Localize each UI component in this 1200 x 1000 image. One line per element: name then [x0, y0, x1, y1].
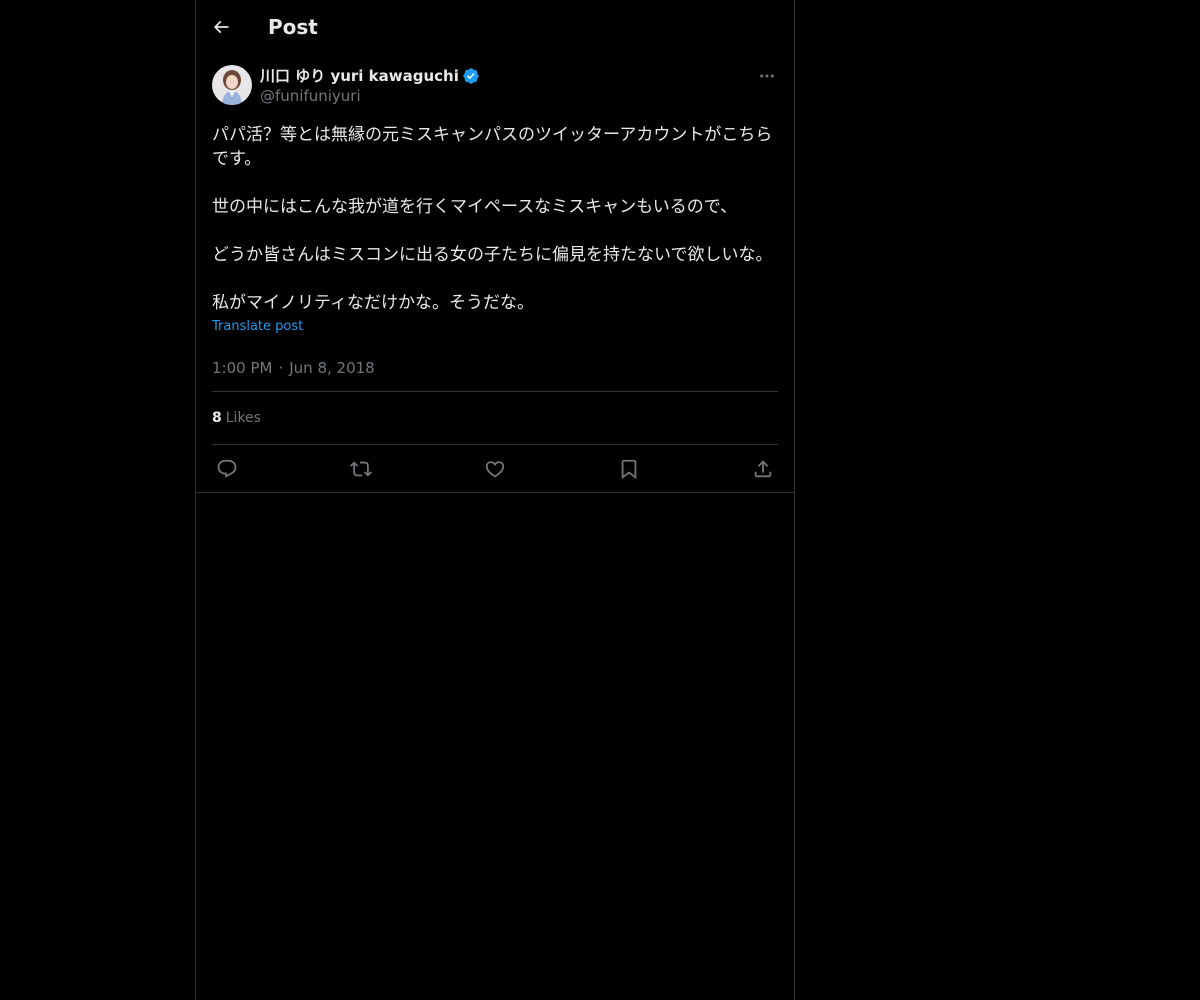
verified-badge-icon[interactable]	[462, 67, 480, 85]
likes-count[interactable]: 8	[212, 410, 222, 426]
reply-button[interactable]	[216, 458, 238, 480]
author-handle[interactable]: @funifuniyuri	[260, 86, 756, 106]
bookmark-button[interactable]	[618, 458, 640, 480]
header-bar: Post	[196, 0, 794, 53]
like-button[interactable]	[484, 458, 506, 480]
post-stats: 8 Likes	[212, 392, 778, 445]
primary-column: Post 川口 ゆり yuri kawaguchi @funifuniyuri …	[195, 0, 795, 1000]
post-text: パパ活？等とは無縁の元ミスキャンパスのツイッターアカウントがこちらです。 世の中…	[212, 123, 778, 315]
author-display-name[interactable]: 川口 ゆり yuri kawaguchi	[260, 66, 459, 86]
reply-icon	[216, 458, 238, 480]
author-row: 川口 ゆり yuri kawaguchi @funifuniyuri	[212, 65, 778, 109]
author-name-line: 川口 ゆり yuri kawaguchi	[260, 66, 756, 86]
author-info: 川口 ゆり yuri kawaguchi @funifuniyuri	[260, 65, 756, 106]
back-button[interactable]	[204, 10, 238, 44]
translate-post-link[interactable]: Translate post	[212, 318, 303, 336]
post-paragraph: 私がマイノリティなだけかな。そうだな。	[212, 293, 534, 313]
repost-icon	[350, 458, 372, 480]
share-button[interactable]	[752, 458, 774, 480]
avatar[interactable]	[212, 65, 252, 105]
post-paragraph: どうか皆さんはミスコンに出る女の子たちに偏見を持たないで欲しいな。	[212, 245, 773, 265]
likes-label[interactable]: Likes	[226, 410, 261, 426]
arrow-left-icon	[211, 17, 231, 37]
action-bar	[212, 445, 778, 492]
page-title: Post	[268, 14, 318, 39]
post-paragraph: 世の中にはこんな我が道を行くマイペースなミスキャンもいるので、	[212, 197, 738, 217]
post-meta: 1:00 PM · Jun 8, 2018	[212, 353, 778, 392]
share-icon	[752, 458, 774, 480]
post-date[interactable]: Jun 8, 2018	[289, 359, 374, 377]
repost-button[interactable]	[350, 458, 372, 480]
meta-separator: ·	[278, 359, 284, 377]
bookmark-icon	[618, 458, 640, 480]
more-horizontal-icon	[758, 67, 776, 85]
post-paragraph: パパ活？等とは無縁の元ミスキャンパスのツイッターアカウントがこちらです。	[212, 125, 773, 169]
more-options-button[interactable]	[756, 66, 778, 86]
post-detail: 川口 ゆり yuri kawaguchi @funifuniyuri パパ活？等…	[196, 53, 794, 493]
heart-icon	[484, 458, 506, 480]
post-time[interactable]: 1:00 PM	[212, 359, 272, 377]
